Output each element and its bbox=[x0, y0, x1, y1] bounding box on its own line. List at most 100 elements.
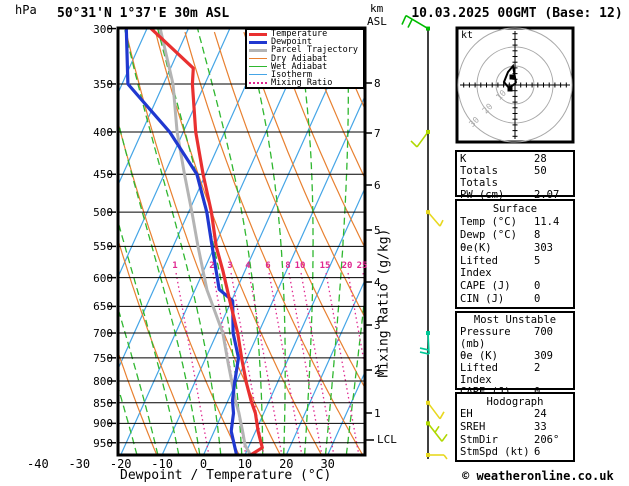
pressure-tick-label: 600 bbox=[93, 271, 113, 285]
copyright: © weatheronline.co.uk bbox=[462, 469, 614, 483]
temperature-curve bbox=[149, 29, 264, 454]
mixing-ratio-label: 10 bbox=[294, 261, 306, 271]
panel-row-value: 0 bbox=[534, 280, 541, 292]
wind-barb-stroke bbox=[434, 425, 440, 433]
panel-row-label: Lifted Index bbox=[460, 362, 498, 386]
skewt-sounding-page: 10 20 30 hPa 50°31'N 1°37'E 30m ASL 10.03.… bbox=[0, 0, 629, 486]
legend-swatch-temperature bbox=[249, 32, 267, 36]
temperature-tick-label: 30 bbox=[320, 457, 335, 471]
km-tick-label: 8 bbox=[374, 77, 381, 90]
km-tick-label: 1 bbox=[374, 407, 381, 420]
panel-section: K 28 Totals Totals 50 PW (cm) 2.07 bbox=[455, 150, 575, 201]
wind-barb-stroke bbox=[439, 219, 444, 227]
panel-row: CIN (J) 0 bbox=[460, 293, 570, 305]
parcel-trajectory-curve bbox=[158, 29, 252, 454]
lcl-label: LCL bbox=[377, 433, 397, 446]
wind-barb bbox=[426, 421, 448, 442]
panel-row-label: StmDir bbox=[460, 433, 498, 446]
isotherm-line bbox=[119, 29, 148, 93]
hodograph-marker bbox=[509, 74, 515, 80]
mixing-ratio-label: 8 bbox=[285, 261, 291, 271]
panel-row: Lifted Index 2 bbox=[460, 362, 570, 386]
wind-barb bbox=[419, 331, 430, 355]
legend-label: Mixing Ratio bbox=[271, 77, 333, 88]
panel-row-label: θe (K) bbox=[460, 350, 498, 362]
panel-section-header: Most Unstable bbox=[473, 314, 557, 326]
mixing-ratio-label: 25 bbox=[356, 261, 368, 271]
pressure-tick-label: 550 bbox=[93, 240, 113, 254]
panel-row-label: Pressure (mb) bbox=[460, 326, 511, 350]
panel-row-value: 6 bbox=[534, 446, 541, 459]
panel-row-label: Lifted Index bbox=[460, 255, 498, 279]
dewpoint-curve bbox=[124, 29, 241, 454]
mixing-ratio-label: 20 bbox=[341, 261, 353, 271]
temperature-tick-label: -10 bbox=[151, 457, 173, 471]
panel-section-header: Surface bbox=[492, 203, 538, 215]
km-tick-label: 3 bbox=[374, 319, 381, 332]
pressure-tick-label: 450 bbox=[93, 168, 113, 182]
panel-row-value: 0 bbox=[534, 293, 541, 305]
temperature-tick-label: 0 bbox=[199, 457, 208, 471]
panel-row: StmDir 206° bbox=[460, 434, 570, 446]
panel-row-label: Totals Totals bbox=[460, 165, 498, 189]
km-tick-label: 2 bbox=[374, 364, 381, 377]
panel-row: Pressure (mb) 700 bbox=[460, 326, 570, 350]
panel-row-value: 309 bbox=[534, 350, 553, 362]
pressure-tick-label: 400 bbox=[93, 125, 113, 139]
temperature-tick-label: -40 bbox=[27, 457, 49, 471]
km-tick-label: 6 bbox=[374, 179, 381, 192]
wind-barb bbox=[426, 453, 448, 460]
pressure-tick-label: 700 bbox=[93, 327, 113, 341]
panel-row-label: Dewp (°C) bbox=[460, 229, 517, 241]
wind-barb bbox=[410, 129, 430, 148]
mixing-ratio-label: 1 bbox=[172, 261, 178, 271]
legend-swatch-isotherm bbox=[249, 74, 267, 76]
panel-row: EH 24 bbox=[460, 408, 570, 420]
temperature-tick-label: 10 bbox=[237, 457, 253, 471]
panel-row-value: 206° bbox=[534, 433, 560, 446]
wind-barb-stroke bbox=[427, 211, 441, 227]
panel-row: Temp (°C) 11.4 bbox=[460, 216, 570, 228]
mixing-ratio-line bbox=[248, 272, 283, 454]
wind-barb-stroke bbox=[443, 454, 448, 460]
legend-swatch-dewpoint bbox=[249, 40, 267, 44]
panel-row-label: SREH bbox=[460, 420, 486, 433]
mixing-ratio-line bbox=[175, 272, 210, 454]
panel-row: Totals Totals 50 bbox=[460, 165, 570, 189]
hodograph-unit-label: kt bbox=[461, 30, 474, 41]
wind-barb-stroke bbox=[439, 411, 445, 420]
km-axis-unit-label: km bbox=[370, 2, 384, 15]
panel-section-hodograph: Hodograph EH 24 SREH 33 StmDir 206° StmSpd (kt)… bbox=[455, 392, 575, 462]
pressure-tick-label: 650 bbox=[93, 300, 113, 314]
hodograph-marker bbox=[507, 86, 513, 92]
wet-adiabat-line bbox=[197, 29, 264, 454]
panel-row: θe (K) 309 bbox=[460, 350, 570, 362]
pressure-unit-label: hPa bbox=[15, 3, 37, 17]
temperature-tick-label: -20 bbox=[109, 457, 132, 471]
mixing-ratio-label: 4 bbox=[245, 261, 251, 271]
km-tick-label: 4 bbox=[374, 276, 381, 289]
legend: Temperature Dewpoint Parcel Trajectory Dry … bbox=[245, 28, 365, 89]
legend-swatch-wet-adiabat bbox=[249, 66, 267, 68]
pressure-tick-label: 800 bbox=[93, 375, 113, 389]
panel-row: θe(K) 303 bbox=[460, 242, 570, 254]
panel-row: SREH 33 bbox=[460, 421, 570, 433]
panel-row-value: 700 bbox=[534, 326, 553, 338]
panel-row-value: 28 bbox=[534, 153, 547, 165]
asl-axis-label: ASL bbox=[367, 15, 387, 28]
isotherm-line bbox=[244, 188, 364, 454]
panel-section-surface: Surface Temp (°C) 11.4 Dewp (°C) 8 θe(K) 303 Li… bbox=[455, 199, 575, 309]
panel-row: Dewp (°C) 8 bbox=[460, 229, 570, 241]
mixing-ratio-label: 15 bbox=[319, 261, 331, 271]
mixing-ratio-label: 2 bbox=[209, 261, 215, 271]
pressure-tick-label: 850 bbox=[93, 396, 113, 410]
panel-row-value: 24 bbox=[534, 408, 547, 421]
panel-row-value: 2 bbox=[534, 362, 541, 374]
panel-row: Lifted Index 5 bbox=[460, 255, 570, 279]
legend-swatch-mixing-ratio bbox=[249, 81, 267, 84]
panel-row-label: CIN (J) bbox=[460, 293, 505, 305]
panel-row-value: 11.4 bbox=[534, 216, 560, 228]
km-tick-label: 5 bbox=[374, 224, 381, 237]
panel-row-label: CAPE (J) bbox=[460, 280, 511, 292]
legend-swatch-dry-adiabat bbox=[249, 58, 267, 59]
